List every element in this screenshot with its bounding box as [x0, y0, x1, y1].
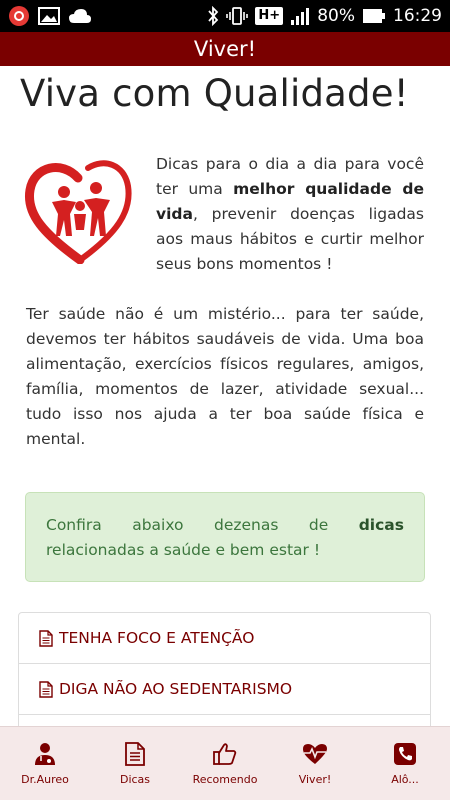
clock: 16:29 — [393, 6, 442, 26]
document-icon — [39, 629, 53, 647]
list-item[interactable]: TENHA FOCO E ATENÇÃO — [19, 613, 430, 664]
vibrate-icon — [226, 6, 249, 26]
tips-alert: Confira abaixo dezenas de dicas relacion… — [25, 492, 425, 582]
bluetooth-icon — [207, 6, 219, 26]
signal-icon — [290, 7, 310, 25]
status-bar: H+ 80% 16:29 — [0, 0, 450, 32]
nav-item-dicas[interactable]: Dicas — [90, 727, 180, 800]
bottom-nav: Dr.Aureo Dicas Recomendo Viver! Alô... — [0, 726, 450, 800]
nav-label: Dicas — [119, 773, 151, 786]
list-item-label: DIGA NÃO AO SEDENTARISMO — [59, 680, 293, 698]
recorder-icon — [8, 5, 30, 27]
nav-item-recomendo[interactable]: Recomendo — [180, 727, 270, 800]
nav-item-alo[interactable]: Alô... — [360, 727, 450, 800]
health-paragraph: Ter saúde não é um mistério... para ter … — [26, 305, 424, 448]
page-title: Viva com Qualidade! — [20, 72, 409, 115]
list-item[interactable]: DIGA NÃO AO SEDENTARISMO — [19, 664, 430, 715]
network-type: H+ — [255, 7, 284, 25]
battery-percent: 80% — [317, 6, 355, 26]
phone-icon — [394, 741, 416, 767]
nav-label: Dr.Aureo — [21, 773, 69, 786]
nav-label: Recomendo — [192, 773, 258, 786]
cloud-icon — [68, 8, 92, 24]
family-heart-logo — [24, 156, 136, 265]
nav-item-dr-aureo[interactable]: Dr.Aureo — [0, 727, 90, 800]
nav-label: Alô... — [391, 773, 419, 786]
document-icon — [39, 680, 53, 698]
heartbeat-icon — [302, 741, 328, 767]
image-icon — [38, 7, 60, 25]
list-item[interactable] — [19, 715, 430, 726]
battery-icon — [362, 8, 386, 24]
intro-paragraph: Dicas para o dia a dia para você ter uma… — [156, 155, 424, 273]
app-bar: Viver! — [0, 32, 450, 66]
app-bar-title: Viver! — [193, 37, 257, 61]
thumbs-up-icon — [213, 741, 237, 767]
nav-item-viver[interactable]: Viver! — [270, 727, 360, 800]
content-area[interactable]: Viva com Qualidade! Dicas para o dia a d… — [0, 66, 450, 726]
document-icon — [125, 741, 145, 767]
tips-list: TENHA FOCO E ATENÇÃO DIGA NÃO AO SEDENTA… — [18, 612, 431, 726]
list-item-label: TENHA FOCO E ATENÇÃO — [59, 629, 255, 647]
alert-highlight: dicas — [358, 516, 404, 534]
nav-label: Viver! — [298, 773, 332, 786]
doctor-icon — [34, 741, 56, 767]
